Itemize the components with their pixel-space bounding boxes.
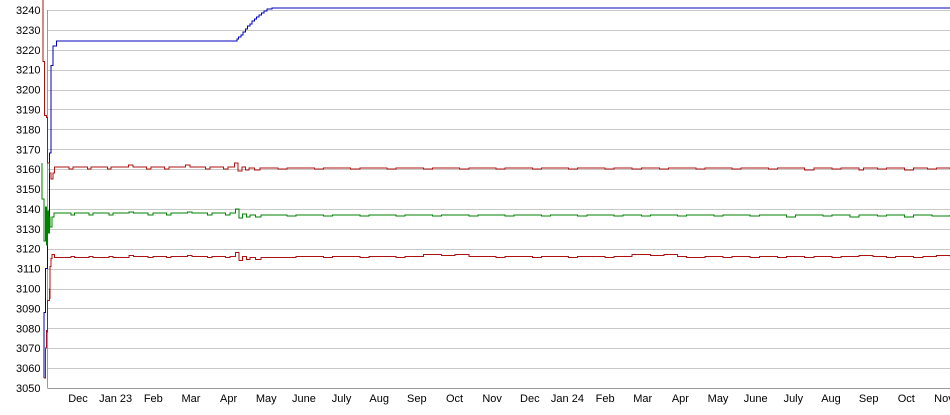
- y-tick-label: 3060: [16, 363, 40, 375]
- x-tick-label: Jan 24: [551, 393, 584, 405]
- y-tick-label: 3190: [16, 104, 40, 116]
- y-tick-label: 3240: [16, 5, 40, 17]
- x-tick-label: Aug: [821, 393, 841, 405]
- chart: 3050 3060 3070 3080 3090 3100 3110 3120 3130 3140…: [0, 0, 950, 415]
- y-tick-label: 3230: [16, 25, 40, 37]
- y-tick-label: 3170: [16, 144, 40, 156]
- y-tick-label: 3200: [16, 85, 40, 97]
- x-tick-label: Mar: [633, 393, 652, 405]
- y-tick-label: 3090: [16, 303, 40, 315]
- series-red-lower-line: [43, 252, 950, 379]
- y-tick-label: 3180: [16, 124, 40, 136]
- series-green-line: [41, 163, 950, 246]
- x-tick-label: July: [784, 393, 804, 405]
- y-tick-label: 3070: [16, 343, 40, 355]
- x-tick-label: May: [708, 393, 729, 405]
- y-tick-label: 3160: [16, 164, 40, 176]
- x-tick-label: Apr: [672, 393, 689, 405]
- x-tick-label: Oct: [446, 393, 463, 405]
- line-chart-canvas: 3050 3060 3070 3080 3090 3100 3110 3120 3130 3140…: [16, 0, 950, 405]
- x-tick-label: June: [292, 393, 316, 405]
- x-tick-label: Sep: [407, 393, 427, 405]
- x-tick-label: Oct: [898, 393, 915, 405]
- x-tick-label: Feb: [596, 393, 615, 405]
- y-tick-label: 3130: [16, 224, 40, 236]
- y-tick-label: 3080: [16, 323, 40, 335]
- y-tick-label: 3210: [16, 65, 40, 77]
- y-tick-label: 3100: [16, 284, 40, 296]
- x-tick-label: May: [256, 393, 277, 405]
- x-tick-label: Dec: [68, 393, 88, 405]
- x-tick-label: Sep: [859, 393, 879, 405]
- y-tick-label: 3110: [17, 264, 41, 276]
- x-tick-label: Mar: [181, 393, 200, 405]
- y-tick-label: 3220: [16, 45, 40, 57]
- x-tick-label: Aug: [369, 393, 389, 405]
- y-tick-label: 3050: [16, 383, 40, 395]
- x-tick-label: Dec: [520, 393, 540, 405]
- x-tick-label: Apr: [220, 393, 237, 405]
- y-tick-label: 3120: [16, 244, 40, 256]
- series-red-upper-line: [42, 0, 950, 180]
- x-tick-label: June: [744, 393, 768, 405]
- x-tick-label: Nov: [934, 393, 950, 405]
- x-tick-label: Nov: [482, 393, 502, 405]
- y-tick-label: 3140: [16, 204, 40, 216]
- x-tick-label: July: [332, 393, 352, 405]
- x-tick-label: Feb: [144, 393, 163, 405]
- y-tick-label: 3150: [16, 184, 40, 196]
- series-blue-line: [43, 7, 950, 379]
- x-tick-label: Jan 23: [99, 393, 132, 405]
